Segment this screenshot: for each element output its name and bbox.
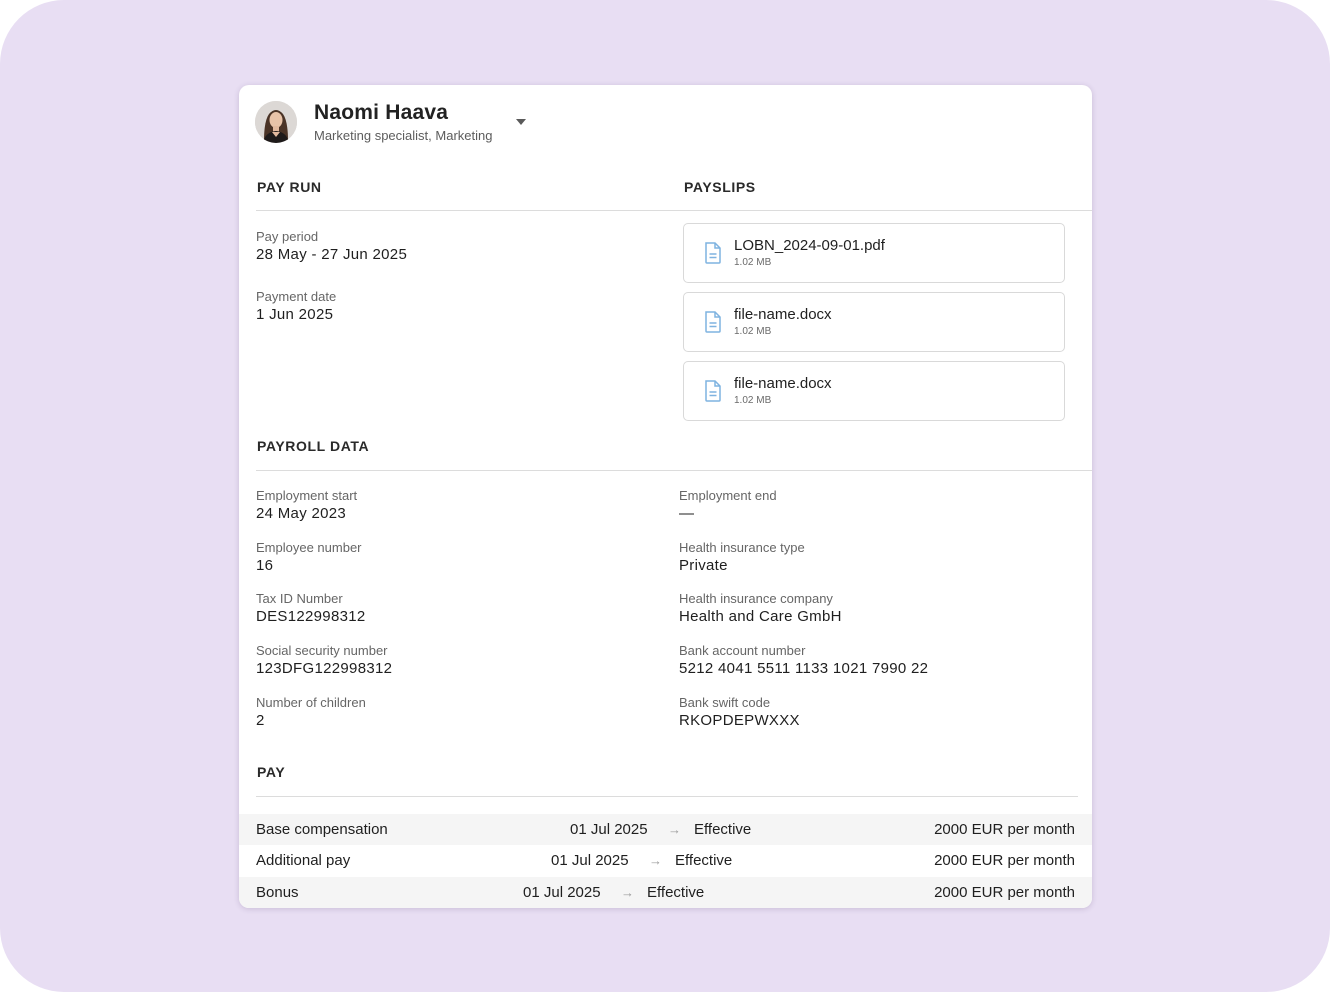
pay-amount: 2000 EUR per month	[934, 884, 1075, 901]
pay-run-title: PAY RUN	[257, 179, 322, 195]
tax-id-value: DES122998312	[256, 608, 366, 625]
employee-name: Naomi Haava	[314, 101, 449, 124]
employment-start-label: Employment start	[256, 488, 358, 503]
table-row[interactable]: Base compensation 01 Jul 2025 → Effectiv…	[239, 814, 1092, 845]
payment-date-value: 1 Jun 2025	[256, 306, 334, 323]
file-size: 1.02 MB	[734, 326, 772, 337]
chevron-down-icon[interactable]	[516, 119, 526, 125]
pay-status: Effective	[694, 821, 752, 838]
arrow-right-icon: →	[668, 822, 681, 837]
bank-account-label: Bank account number	[679, 643, 806, 658]
social-security-value: 123DFG122998312	[256, 660, 393, 677]
pay-type: Base compensation	[256, 821, 388, 838]
payslips-title: PAYSLIPS	[684, 179, 756, 195]
file-size: 1.02 MB	[734, 257, 772, 268]
avatar	[255, 101, 297, 143]
payslip-file[interactable]: LOBN_2024-09-01.pdf 1.02 MB	[683, 223, 1065, 283]
pay-amount: 2000 EUR per month	[934, 852, 1075, 869]
bank-account-value: 5212 4041 5511 1133 1021 7990 22	[679, 660, 929, 677]
pay-title: PAY	[257, 764, 286, 780]
payslip-file[interactable]: file-name.docx 1.02 MB	[683, 361, 1065, 421]
divider	[256, 796, 1078, 797]
health-insurance-company-value: Health and Care GmbH	[679, 608, 842, 625]
health-insurance-type-label: Health insurance type	[679, 540, 805, 555]
file-name: file-name.docx	[734, 306, 832, 323]
employee-role: Marketing specialist, Marketing	[314, 128, 493, 143]
document-icon	[704, 242, 722, 269]
employee-number-value: 16	[256, 557, 274, 574]
tax-id-label: Tax ID Number	[256, 591, 343, 606]
file-size: 1.02 MB	[734, 395, 772, 406]
pay-status: Effective	[647, 884, 705, 901]
bank-swift-value: RKOPDEPWXXX	[679, 712, 800, 729]
pay-date: 01 Jul 2025	[551, 852, 629, 869]
file-name: LOBN_2024-09-01.pdf	[734, 237, 885, 254]
pay-period-value: 28 May - 27 Jun 2025	[256, 246, 408, 263]
pay-amount: 2000 EUR per month	[934, 821, 1075, 838]
document-icon	[704, 380, 722, 407]
pay-type: Bonus	[256, 884, 299, 901]
employee-payroll-card: Naomi Haava Marketing specialist, Market…	[239, 85, 1092, 908]
pay-date: 01 Jul 2025	[570, 821, 648, 838]
children-value: 2	[256, 712, 265, 729]
divider	[256, 470, 1092, 471]
pay-type: Additional pay	[256, 852, 351, 869]
pay-status: Effective	[675, 852, 733, 869]
employment-end-label: Employment end	[679, 488, 777, 503]
payment-date-label: Payment date	[256, 289, 337, 304]
arrow-right-icon: →	[649, 853, 662, 868]
pay-date: 01 Jul 2025	[523, 884, 601, 901]
employment-end-value: —	[679, 505, 695, 522]
health-insurance-company-label: Health insurance company	[679, 591, 833, 606]
employee-number-label: Employee number	[256, 540, 362, 555]
payroll-data-title: PAYROLL DATA	[257, 438, 370, 454]
table-row[interactable]: Additional pay 01 Jul 2025 → Effective 2…	[239, 845, 1092, 876]
pay-period-label: Pay period	[256, 229, 319, 244]
table-row[interactable]: Bonus 01 Jul 2025 → Effective 2000 EUR p…	[239, 877, 1092, 908]
bank-swift-label: Bank swift code	[679, 695, 771, 710]
social-security-label: Social security number	[256, 643, 388, 658]
document-icon	[704, 311, 722, 338]
arrow-right-icon: →	[621, 885, 634, 900]
divider	[256, 210, 1092, 211]
payslip-file[interactable]: file-name.docx 1.02 MB	[683, 292, 1065, 352]
file-name: file-name.docx	[734, 375, 832, 392]
health-insurance-type-value: Private	[679, 557, 728, 574]
employment-start-value: 24 May 2023	[256, 505, 347, 522]
children-label: Number of children	[256, 695, 366, 710]
